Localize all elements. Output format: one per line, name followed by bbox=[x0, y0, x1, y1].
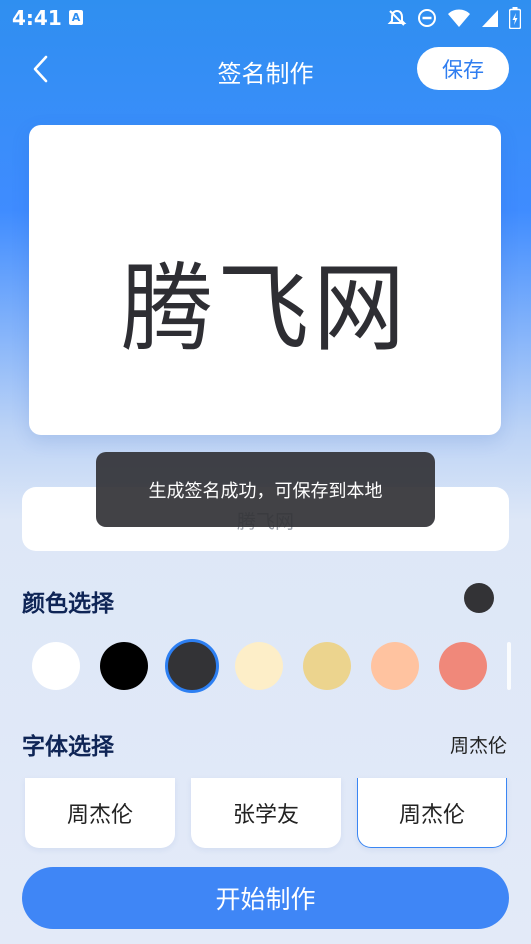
font-section-title: 字体选择 bbox=[22, 734, 114, 760]
save-button[interactable]: 保存 bbox=[417, 47, 509, 90]
color-swatch[interactable] bbox=[235, 642, 283, 690]
color-swatch[interactable] bbox=[32, 642, 80, 690]
color-swatch[interactable] bbox=[371, 642, 419, 690]
signal-icon bbox=[482, 10, 498, 27]
selected-color-indicator bbox=[464, 583, 494, 613]
color-swatch-selected[interactable] bbox=[165, 639, 219, 693]
notification-icon: A bbox=[69, 10, 83, 25]
font-option[interactable]: 周杰伦 bbox=[25, 778, 175, 848]
status-time: 4:41 bbox=[12, 6, 62, 30]
mute-icon bbox=[387, 9, 407, 26]
current-font-label: 周杰伦 bbox=[449, 735, 507, 757]
color-swatch-partial bbox=[507, 642, 511, 690]
font-options-row: 周杰伦 张学友 周杰伦 bbox=[0, 778, 531, 850]
do-not-disturb-icon bbox=[418, 9, 436, 27]
color-swatch[interactable] bbox=[439, 642, 487, 690]
font-option[interactable]: 张学友 bbox=[191, 778, 341, 848]
status-bar: 4:41 A bbox=[0, 0, 531, 36]
status-icons bbox=[387, 7, 521, 29]
color-section-title: 颜色选择 bbox=[22, 591, 114, 617]
color-swatch-row[interactable] bbox=[0, 639, 531, 693]
font-option-selected[interactable]: 周杰伦 bbox=[357, 778, 507, 848]
battery-icon bbox=[509, 7, 521, 29]
color-swatch[interactable] bbox=[100, 642, 148, 690]
success-toast: 生成签名成功，可保存到本地 bbox=[96, 452, 435, 527]
wifi-icon bbox=[448, 9, 470, 27]
signature-preview-text: 腾飞网 bbox=[120, 252, 409, 365]
color-swatch[interactable] bbox=[303, 642, 351, 690]
nav-bar: 签名制作 保存 bbox=[0, 40, 531, 98]
signature-preview-card: 腾飞网 bbox=[29, 125, 501, 435]
start-button[interactable]: 开始制作 bbox=[22, 867, 509, 929]
